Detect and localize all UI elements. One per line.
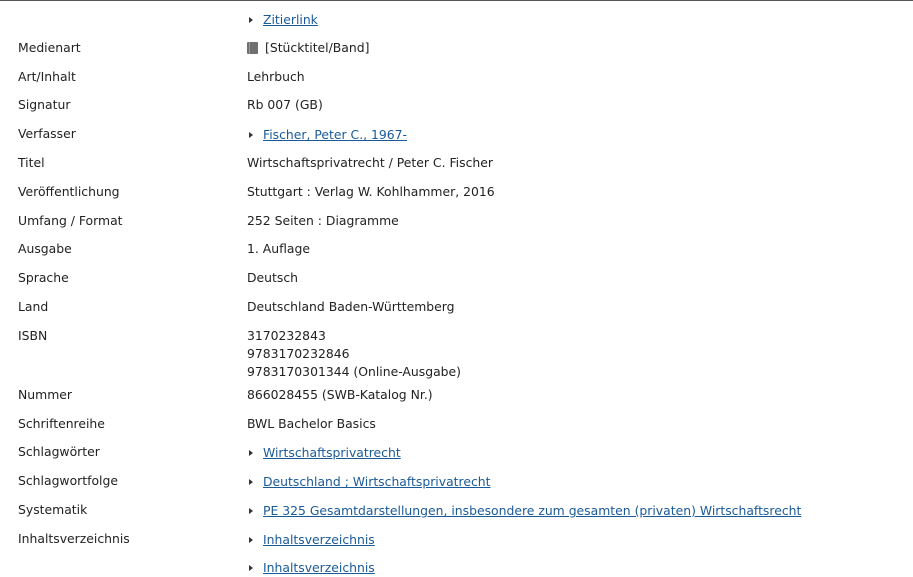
field-label: Umfang / Format bbox=[18, 212, 123, 228]
subject-link[interactable]: Wirtschaftsprivatrecht bbox=[263, 444, 401, 462]
citation-link-wrap: Zitierlink bbox=[247, 11, 318, 29]
field-row-veroeffentlichung: Veröffentlichung Stuttgart : Verlag W. K… bbox=[18, 178, 908, 207]
field-label: Land bbox=[18, 298, 49, 314]
triangle-right-icon bbox=[249, 17, 253, 23]
field-label: Signatur bbox=[18, 97, 71, 113]
field-row-ausgabe: Ausgabe 1. Auflage bbox=[18, 235, 908, 264]
field-value: Deutsch bbox=[247, 270, 298, 286]
triangle-right-icon bbox=[249, 564, 253, 571]
field-value: [Stücktitel/Band] bbox=[247, 34, 908, 57]
field-label: Schriftenreihe bbox=[18, 415, 105, 431]
field-row-nummer: Nummer 866028455 (SWB-Katalog Nr.) bbox=[18, 381, 908, 410]
triangle-right-icon bbox=[249, 450, 253, 457]
catalog-record: Zitierlink Medienart [Stücktitel/Band] A… bbox=[18, 5, 908, 576]
medienart-value: [Stücktitel/Band] bbox=[265, 39, 370, 55]
field-row-isbn: ISBN 3170232843 9783170232846 9783170301… bbox=[18, 322, 908, 381]
field-value: PE 325 Gesamtdarstellungen, insbesondere… bbox=[247, 496, 908, 520]
citation-value: Zitierlink bbox=[247, 5, 908, 29]
field-value: 252 Seiten : Diagramme bbox=[247, 212, 399, 228]
triangle-right-icon bbox=[249, 132, 253, 139]
field-label: Nummer bbox=[18, 386, 72, 402]
author-link-wrap: Fischer, Peter C., 1967- bbox=[247, 126, 407, 144]
field-row-inhaltsverzeichnis: Inhaltsverzeichnis Inhaltsverzeichnis In… bbox=[18, 525, 908, 576]
isbn-value: 9783170232846 bbox=[247, 345, 350, 361]
field-label: Verfasser bbox=[18, 126, 76, 142]
field-value: Wirtschaftsprivatrecht bbox=[247, 438, 908, 462]
field-value: Inhaltsverzeichnis Inhaltsverzeichnis bbox=[247, 525, 908, 576]
field-label: ISBN bbox=[18, 327, 48, 343]
field-row-umfang: Umfang / Format 252 Seiten : Diagramme bbox=[18, 207, 908, 236]
subject-chain-link-wrap: Deutschland ; Wirtschaftsprivatrecht bbox=[247, 473, 491, 491]
toc-line: Inhaltsverzeichnis bbox=[247, 530, 908, 558]
field-row-titel: Titel Wirtschaftsprivatrecht / Peter C. … bbox=[18, 149, 908, 178]
toc-link[interactable]: Inhaltsverzeichnis bbox=[263, 559, 375, 577]
field-label: Medienart bbox=[18, 39, 81, 55]
field-value: BWL Bachelor Basics bbox=[247, 415, 376, 431]
isbn-value: 3170232843 bbox=[247, 327, 326, 343]
field-label: Sprache bbox=[18, 270, 69, 286]
top-divider bbox=[0, 0, 913, 1]
triangle-right-icon bbox=[249, 479, 253, 486]
field-label: Veröffentlichung bbox=[18, 183, 120, 199]
field-value: Fischer, Peter C., 1967- bbox=[247, 120, 908, 144]
field-value: 3170232843 9783170232846 9783170301344 (… bbox=[247, 322, 908, 381]
classification-link-wrap: PE 325 Gesamtdarstellungen, insbesondere… bbox=[247, 502, 801, 520]
field-label: Art/Inhalt bbox=[18, 68, 76, 84]
field-label: Systematik bbox=[18, 501, 88, 517]
empty-label bbox=[18, 5, 247, 10]
subject-link-wrap: Wirtschaftsprivatrecht bbox=[247, 444, 401, 462]
author-link[interactable]: Fischer, Peter C., 1967- bbox=[263, 126, 407, 144]
field-label: Ausgabe bbox=[18, 241, 72, 257]
classification-link[interactable]: PE 325 Gesamtdarstellungen, insbesondere… bbox=[263, 502, 801, 520]
triangle-right-icon bbox=[249, 507, 253, 514]
field-value: Deutschland Baden-Württemberg bbox=[247, 298, 455, 314]
field-row-schlagwortfolge: Schlagwortfolge Deutschland ; Wirtschaft… bbox=[18, 467, 908, 496]
toc-link-wrap: Inhaltsverzeichnis bbox=[247, 531, 375, 549]
field-row-schlagwoerter: Schlagwörter Wirtschaftsprivatrecht bbox=[18, 438, 908, 467]
field-row-land: Land Deutschland Baden-Württemberg bbox=[18, 293, 908, 322]
field-value: Stuttgart : Verlag W. Kohlhammer, 2016 bbox=[247, 183, 495, 199]
subject-chain-link[interactable]: Deutschland ; Wirtschaftsprivatrecht bbox=[263, 473, 491, 491]
citation-row: Zitierlink bbox=[18, 5, 908, 34]
field-row-systematik: Systematik PE 325 Gesamtdarstellungen, i… bbox=[18, 496, 908, 525]
isbn-value: 9783170301344 (Online-Ausgabe) bbox=[247, 363, 461, 379]
citation-link[interactable]: Zitierlink bbox=[263, 11, 318, 29]
toc-link-wrap: Inhaltsverzeichnis bbox=[247, 559, 375, 577]
field-row-sprache: Sprache Deutsch bbox=[18, 264, 908, 293]
field-label: Inhaltsverzeichnis bbox=[18, 530, 130, 546]
field-row-medienart: Medienart [Stücktitel/Band] bbox=[18, 34, 908, 63]
field-label: Schlagwörter bbox=[18, 444, 100, 460]
field-row-schriftenreihe: Schriftenreihe BWL Bachelor Basics bbox=[18, 410, 908, 439]
field-value: 866028455 (SWB-Katalog Nr.) bbox=[247, 386, 433, 402]
book-icon bbox=[247, 41, 258, 54]
field-row-verfasser: Verfasser Fischer, Peter C., 1967- bbox=[18, 120, 908, 149]
triangle-right-icon bbox=[249, 536, 253, 543]
field-label: Schlagwortfolge bbox=[18, 473, 118, 489]
field-label: Titel bbox=[18, 154, 45, 170]
toc-link[interactable]: Inhaltsverzeichnis bbox=[263, 531, 375, 549]
field-value: Wirtschaftsprivatrecht / Peter C. Fische… bbox=[247, 154, 493, 170]
field-row-art-inhalt: Art/Inhalt Lehrbuch bbox=[18, 63, 908, 92]
toc-line: Inhaltsverzeichnis bbox=[247, 558, 908, 576]
field-row-signatur: Signatur Rb 007 (GB) bbox=[18, 91, 908, 120]
field-value: Deutschland ; Wirtschaftsprivatrecht bbox=[247, 467, 908, 491]
field-value: Rb 007 (GB) bbox=[247, 97, 323, 113]
field-value: Lehrbuch bbox=[247, 68, 305, 84]
field-value: 1. Auflage bbox=[247, 241, 310, 257]
